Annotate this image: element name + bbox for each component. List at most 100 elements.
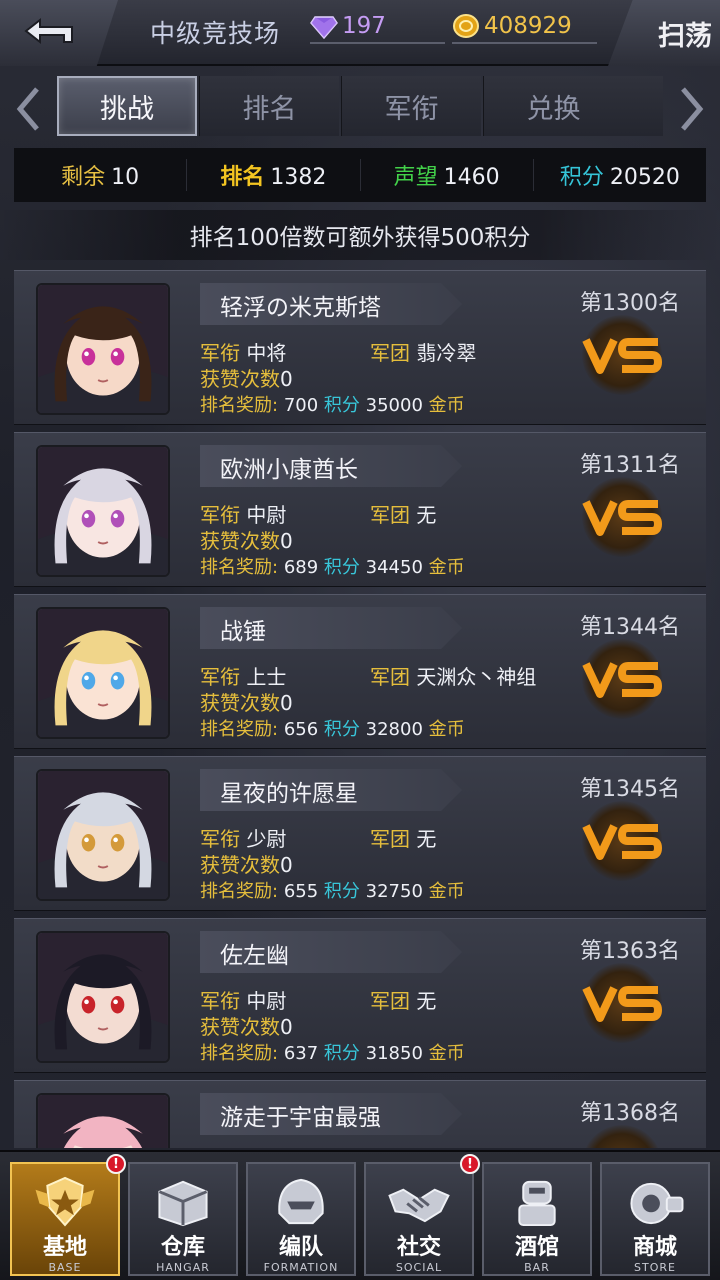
sweep-button[interactable]: 扫荡 bbox=[608, 0, 720, 66]
opponent-avatar[interactable] bbox=[36, 769, 170, 901]
opponent-card[interactable]: 轻浮の米克斯塔 第1300名 军衔 中将 军团 翡冷翠 获赞次数0 排名奖励: … bbox=[14, 270, 706, 425]
stat-remaining: 剩余 10 bbox=[14, 159, 188, 191]
vs-challenge-button[interactable] bbox=[582, 315, 662, 395]
vs-icon bbox=[582, 986, 662, 1022]
military-rank-label: 军衔 bbox=[200, 827, 240, 851]
reward-gold-unit: 金币 bbox=[428, 881, 465, 902]
likes-value: 0 bbox=[280, 691, 293, 715]
legion-row: 军团 翡冷翠 bbox=[370, 337, 476, 366]
nav-formation-button[interactable]: 编队 FORMATION bbox=[246, 1162, 356, 1276]
vs-challenge-button[interactable] bbox=[582, 801, 662, 881]
legion-value: 天渊众丶神组 bbox=[416, 665, 537, 689]
chevron-left-icon bbox=[16, 87, 39, 131]
nav-label: 商城 bbox=[632, 1235, 677, 1260]
military-rank-label: 军衔 bbox=[200, 341, 240, 365]
nav-label: 基地 bbox=[42, 1235, 87, 1260]
legion-row: 军团 bbox=[370, 1147, 410, 1148]
stat-rank-value: 1382 bbox=[270, 165, 327, 190]
opponent-card[interactable]: 欧洲小康酋长 第1311名 军衔 中尉 军团 无 获赞次数0 排名奖励: 689… bbox=[14, 432, 706, 587]
likes-row: 获赞次数0 bbox=[200, 363, 293, 392]
opponent-avatar[interactable] bbox=[36, 445, 170, 577]
opponent-avatar[interactable] bbox=[36, 1093, 170, 1148]
vs-challenge-button[interactable] bbox=[582, 1125, 662, 1148]
legion-label: 军团 bbox=[370, 341, 410, 365]
reward-label: 排名奖励: bbox=[200, 719, 279, 740]
nav-sublabel: BASE bbox=[48, 1261, 82, 1274]
tab-military-rank[interactable]: 军衔 bbox=[341, 76, 481, 136]
page-title: 中级竞技场 bbox=[150, 19, 281, 48]
military-rank-row: 军衔 bbox=[200, 1147, 240, 1148]
alert-badge-icon: ! bbox=[106, 1154, 126, 1174]
stat-points: 积分 20520 bbox=[534, 159, 706, 191]
tab-scroll-left-button[interactable] bbox=[8, 84, 48, 134]
nav-hangar-button[interactable]: 仓库 HANGAR bbox=[128, 1162, 238, 1276]
gem-icon bbox=[310, 16, 338, 39]
reward-row: 排名奖励: 700 积分 35000 金币 bbox=[200, 391, 465, 417]
legion-label: 军团 bbox=[370, 989, 410, 1013]
nav-sublabel: FORMATION bbox=[263, 1261, 339, 1274]
likes-value: 0 bbox=[280, 367, 293, 391]
vs-challenge-button[interactable] bbox=[582, 963, 662, 1043]
legion-value: 无 bbox=[416, 827, 437, 851]
vs-challenge-button[interactable] bbox=[582, 639, 662, 719]
military-rank-value: 上士 bbox=[246, 665, 287, 689]
likes-label: 获赞次数 bbox=[200, 529, 280, 553]
opponent-card[interactable]: 游走于宇宙最强 第1368名 军衔 军团 获赞次数 排名奖励: 积分 金币 bbox=[14, 1080, 706, 1148]
likes-row: 获赞次数0 bbox=[200, 687, 293, 716]
opponent-rank: 第1311名 bbox=[580, 453, 680, 478]
likes-label: 获赞次数 bbox=[200, 367, 280, 391]
reward-points-unit: 积分 bbox=[323, 1043, 360, 1064]
back-button[interactable] bbox=[0, 0, 118, 66]
reward-points-value: 689 bbox=[283, 557, 319, 578]
reward-gold-unit: 金币 bbox=[428, 719, 465, 740]
tab-challenge[interactable]: 挑战 bbox=[57, 76, 197, 136]
opponent-card[interactable]: 战锤 第1344名 军衔 上士 军团 天渊众丶神组 获赞次数0 排名奖励: 65… bbox=[14, 594, 706, 749]
tab-strip-end bbox=[623, 76, 663, 136]
tab-ranking[interactable]: 排名 bbox=[199, 76, 339, 136]
top-bar: 中级竞技场 197 408929 扫荡 bbox=[0, 0, 720, 66]
reward-points-value: 655 bbox=[283, 881, 319, 902]
likes-label: 获赞次数 bbox=[200, 691, 280, 715]
stat-remaining-value: 10 bbox=[111, 165, 140, 190]
opponent-avatar[interactable] bbox=[36, 283, 170, 415]
hangar-crate-icon bbox=[158, 1180, 208, 1227]
legion-label: 军团 bbox=[370, 503, 410, 527]
military-rank-row: 军衔 中将 bbox=[200, 337, 286, 366]
nav-base-button[interactable]: 基地 BASE ! bbox=[10, 1154, 126, 1276]
tab-exchange[interactable]: 兑换 bbox=[483, 76, 623, 136]
legion-row: 军团 无 bbox=[370, 985, 436, 1014]
nav-social-button[interactable]: 社交 SOCIAL ! bbox=[364, 1154, 480, 1276]
portrait-image bbox=[38, 609, 168, 737]
opponent-avatar[interactable] bbox=[36, 607, 170, 739]
bottom-nav: 基地 BASE ! 仓库 HANGAR 编队 FORMATION 社交 SOCI… bbox=[0, 1150, 720, 1280]
portrait-image bbox=[38, 447, 168, 575]
nav-bar-button[interactable]: 酒馆 BAR bbox=[482, 1162, 592, 1276]
reward-row: 排名奖励: 656 积分 32800 金币 bbox=[200, 715, 465, 741]
legion-row: 军团 天渊众丶神组 bbox=[370, 661, 536, 690]
reward-gold-unit: 金币 bbox=[428, 557, 465, 578]
opponent-avatar[interactable] bbox=[36, 931, 170, 1063]
reward-row: 排名奖励: 689 积分 34450 金币 bbox=[200, 553, 465, 579]
nav-store-button[interactable]: 商城 STORE bbox=[600, 1162, 710, 1276]
alert-badge-icon: ! bbox=[460, 1154, 480, 1174]
reward-points-unit: 积分 bbox=[323, 719, 360, 740]
legion-row: 军团 无 bbox=[370, 823, 436, 852]
reward-gold-value: 32750 bbox=[365, 881, 423, 902]
reward-gold-value: 34450 bbox=[365, 557, 423, 578]
opponent-card[interactable]: 星夜的许愿星 第1345名 军衔 少尉 军团 无 获赞次数0 排名奖励: 655… bbox=[14, 756, 706, 911]
opponent-rank: 第1368名 bbox=[580, 1101, 680, 1126]
likes-value: 0 bbox=[280, 853, 293, 877]
portrait-image bbox=[38, 285, 168, 413]
opponent-list[interactable]: 轻浮の米克斯塔 第1300名 军衔 中将 军团 翡冷翠 获赞次数0 排名奖励: … bbox=[14, 270, 706, 1148]
likes-row: 获赞次数0 bbox=[200, 849, 293, 878]
reward-points-value: 637 bbox=[283, 1043, 319, 1064]
reward-points-unit: 积分 bbox=[323, 557, 360, 578]
stat-points-value: 20520 bbox=[609, 165, 680, 190]
gold-amount: 408929 bbox=[484, 13, 572, 39]
vs-challenge-button[interactable] bbox=[582, 477, 662, 557]
opponent-card[interactable]: 佐左幽 第1363名 军衔 中尉 军团 无 获赞次数0 排名奖励: 637 积分… bbox=[14, 918, 706, 1073]
tab-scroll-right-button[interactable] bbox=[672, 84, 712, 134]
nav-label: 酒馆 bbox=[514, 1235, 559, 1260]
stat-remaining-label: 剩余 bbox=[61, 165, 106, 190]
gold-counter: 408929 bbox=[452, 10, 597, 44]
